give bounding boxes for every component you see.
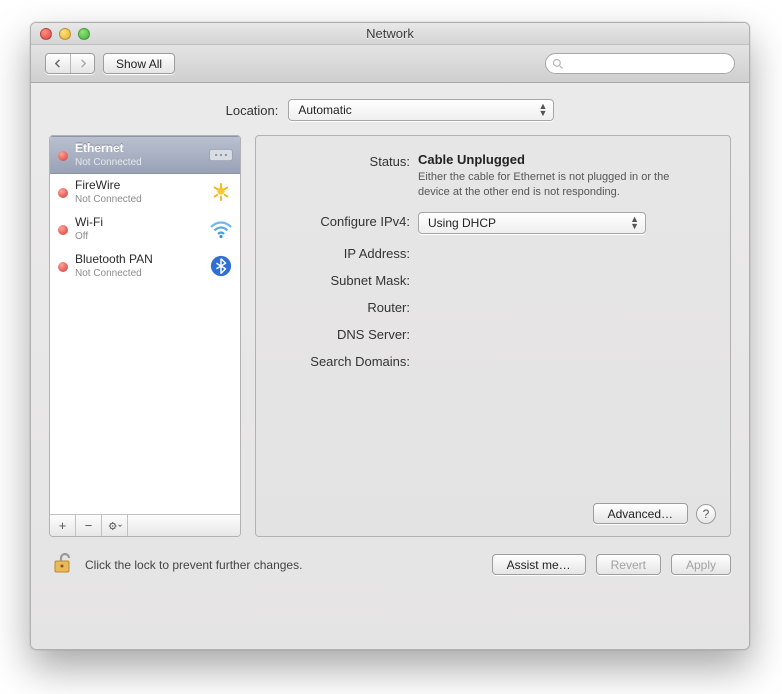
location-value: Automatic [298, 103, 351, 117]
search-icon [552, 58, 564, 70]
router-label: Router: [270, 298, 418, 315]
location-label: Location: [226, 103, 279, 118]
service-item-bluetooth[interactable]: Bluetooth PAN Not Connected [50, 248, 240, 285]
location-popup[interactable]: Automatic ▲▼ [288, 99, 554, 121]
status-dot-icon [58, 151, 68, 161]
service-status: Off [75, 231, 201, 242]
service-name: Wi-Fi [75, 216, 201, 229]
subnet-mask-label: Subnet Mask: [270, 271, 418, 288]
zoom-window-button[interactable] [78, 28, 90, 40]
service-name: Ethernet [75, 142, 201, 155]
chevron-right-icon [78, 59, 87, 68]
minimize-window-button[interactable] [59, 28, 71, 40]
footer: Click the lock to prevent further change… [49, 549, 731, 580]
service-item-firewire[interactable]: FireWire Not Connected [50, 174, 240, 211]
traffic-lights [40, 28, 90, 40]
wifi-icon [208, 216, 234, 242]
service-status: Not Connected [75, 268, 201, 279]
configure-value: Using DHCP [428, 216, 496, 230]
show-all-button[interactable]: Show All [103, 53, 175, 74]
ethernet-icon [208, 142, 234, 168]
window-title: Network [31, 26, 749, 41]
bluetooth-icon [208, 253, 234, 279]
updown-icon: ▲▼ [538, 103, 547, 117]
service-sidebar: Ethernet Not Connected FireWire Not Conn… [49, 135, 241, 537]
status-dot-icon [58, 188, 68, 198]
close-window-button[interactable] [40, 28, 52, 40]
status-dot-icon [58, 262, 68, 272]
location-row: Location: Automatic ▲▼ [49, 99, 731, 121]
add-service-button[interactable]: + [50, 515, 76, 536]
search-domains-label: Search Domains: [270, 352, 418, 369]
status-label: Status: [270, 152, 418, 200]
dns-server-value [418, 325, 716, 342]
revert-button[interactable]: Revert [596, 554, 661, 575]
nav-segment [45, 53, 95, 74]
help-button[interactable]: ? [696, 504, 716, 524]
configure-label: Configure IPv4: [270, 212, 418, 234]
service-item-ethernet[interactable]: Ethernet Not Connected [50, 136, 240, 174]
network-preferences-window: Network Show All Location: Automatic ▲▼ [30, 22, 750, 650]
ip-address-value [418, 244, 716, 261]
sidebar-actions: + − [50, 514, 240, 536]
search-field[interactable] [545, 53, 735, 74]
status-value: Cable Unplugged [418, 152, 716, 167]
status-dot-icon [58, 225, 68, 235]
unlocked-lock-icon [49, 549, 75, 575]
service-list: Ethernet Not Connected FireWire Not Conn… [50, 136, 240, 514]
ip-address-label: IP Address: [270, 244, 418, 261]
dns-server-label: DNS Server: [270, 325, 418, 342]
search-domains-value [418, 352, 716, 369]
service-status: Not Connected [75, 194, 201, 205]
service-item-wifi[interactable]: Wi-Fi Off [50, 211, 240, 248]
back-button[interactable] [46, 54, 70, 73]
service-status: Not Connected [75, 157, 201, 168]
chevron-left-icon [54, 59, 63, 68]
remove-service-button[interactable]: − [76, 515, 102, 536]
gear-icon [108, 520, 122, 532]
lock-button[interactable] [49, 549, 75, 580]
toolbar: Show All [31, 45, 749, 83]
search-input[interactable] [568, 57, 728, 71]
titlebar: Network [31, 23, 749, 45]
lock-help-text: Click the lock to prevent further change… [85, 558, 302, 572]
subnet-mask-value [418, 271, 716, 288]
detail-pane: Status: Cable Unplugged Either the cable… [255, 135, 731, 537]
firewire-icon [208, 179, 234, 205]
router-value [418, 298, 716, 315]
advanced-button[interactable]: Advanced… [593, 503, 688, 524]
service-name: FireWire [75, 179, 201, 192]
service-name: Bluetooth PAN [75, 253, 201, 266]
apply-button[interactable]: Apply [671, 554, 731, 575]
updown-icon: ▲▼ [630, 216, 639, 230]
forward-button[interactable] [70, 54, 94, 73]
configure-ipv4-popup[interactable]: Using DHCP ▲▼ [418, 212, 646, 234]
assist-me-button[interactable]: Assist me… [492, 554, 586, 575]
service-actions-menu[interactable] [102, 515, 128, 536]
status-help-text: Either the cable for Ethernet is not plu… [418, 170, 678, 200]
